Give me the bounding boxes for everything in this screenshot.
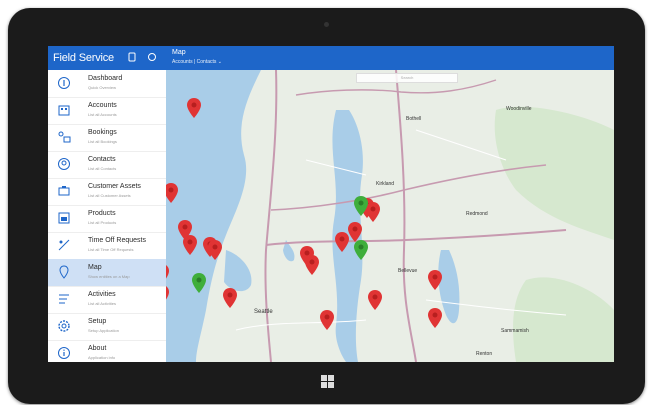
nav-item-map[interactable]: Map Show entities on a Map [48, 259, 166, 287]
nav-sublabel: Application info [88, 355, 116, 360]
map-pin-red[interactable] [208, 240, 222, 260]
nav-label: Time Off Requests [88, 237, 146, 244]
refresh-icon[interactable] [147, 52, 157, 62]
puget-sound [166, 70, 261, 362]
nav-label: Contacts [88, 156, 116, 163]
nav-item-dashboard[interactable]: Dashboard Quick Overview [48, 70, 166, 98]
activities-icon [59, 294, 69, 304]
sync-icon[interactable] [127, 52, 137, 62]
nav-label: Customer Assets [88, 183, 141, 190]
contacts-icon [58, 158, 70, 170]
app-header: Field Service Map Accounts | Contacts ⌄ [48, 46, 614, 70]
highway-i90 [265, 229, 567, 246]
windows-logo-icon[interactable] [321, 375, 334, 388]
park-area-south [513, 277, 614, 362]
map-pin-green[interactable] [192, 273, 206, 293]
map-pin-red[interactable] [183, 235, 197, 255]
entity-filter-dropdown[interactable]: Accounts | Contacts ⌄ [172, 59, 222, 65]
map-label-bothell: Bothell [406, 116, 421, 122]
camera [324, 22, 329, 27]
nav-label: Accounts [88, 102, 117, 109]
map-pin-red[interactable] [320, 310, 334, 330]
about-icon [58, 347, 70, 359]
nav-label: About [88, 345, 107, 352]
nav-sublabel: List all Activities [88, 301, 117, 306]
map-pin-red[interactable] [166, 285, 169, 305]
nav-sublabel: List all Products [88, 220, 117, 225]
nav-sublabel: List all Contacts [88, 166, 117, 171]
map-label-woodinville: Woodinville [506, 106, 532, 112]
nav-label: Map [88, 264, 102, 271]
nav-sublabel: List all Time Off Requests [88, 247, 134, 252]
sidebar: Dashboard Quick Overview Accounts List a… [48, 70, 167, 362]
map-pin-red[interactable] [166, 183, 178, 203]
map-pin-red[interactable] [335, 232, 349, 252]
nav-sublabel: Show entities on a Map [88, 274, 130, 279]
park-area [494, 106, 614, 240]
nav-sublabel: List all Customer Assets [88, 193, 131, 198]
app-title: Field Service [53, 52, 114, 64]
bookings-icon [58, 131, 71, 143]
nav-label: Dashboard [88, 75, 123, 82]
map-label-kirkland: Kirkland [376, 181, 394, 187]
dashboard-icon [58, 77, 70, 89]
products-icon [58, 212, 70, 224]
map-label-seattle: Seattle [254, 309, 273, 315]
highway-i5 [264, 70, 278, 362]
view-title: Map [172, 49, 186, 56]
nav-item-accounts[interactable]: Accounts List all Accounts [48, 97, 166, 125]
nav-item-activities[interactable]: Activities List all Activities [48, 286, 166, 314]
nav-item-bookings[interactable]: Bookings List all Bookings [48, 124, 166, 152]
nav-label: Products [88, 210, 116, 217]
map-pin-red[interactable] [187, 98, 201, 118]
accounts-icon [58, 105, 70, 116]
map-label-bellevue: Bellevue [398, 268, 417, 274]
map-view[interactable]: Seattle Bellevue Redmond Kirkland Sammam… [166, 70, 614, 362]
app-screen: Field Service Map Accounts | Contacts ⌄ … [48, 46, 614, 362]
map-pin-green[interactable] [354, 196, 368, 216]
map-pin-green[interactable] [354, 240, 368, 260]
map-label-redmond: Redmond [466, 211, 488, 217]
map-pin-red[interactable] [223, 288, 237, 308]
time-off-icon [58, 239, 70, 251]
nav-item-contacts[interactable]: Contacts List all Contacts [48, 151, 166, 179]
assets-icon [58, 186, 70, 196]
elliott-bay [224, 250, 252, 292]
setup-icon [58, 320, 70, 332]
map-canvas: Seattle Bellevue Redmond Kirkland Sammam… [166, 70, 614, 362]
map-label-sammamish: Sammamish [501, 328, 529, 334]
map-pin-red[interactable] [366, 202, 380, 222]
map-pin-red[interactable] [348, 222, 362, 242]
map-pin-red[interactable] [428, 270, 442, 290]
nav-item-time-off-requests[interactable]: Time Off Requests List all Time Off Requ… [48, 232, 166, 260]
map-search-input[interactable]: Search [356, 73, 458, 83]
map-icon [59, 265, 69, 279]
map-pin-red[interactable] [428, 308, 442, 328]
nav-item-about[interactable]: About Application info [48, 340, 166, 362]
nav-label: Bookings [88, 129, 117, 136]
highway-520 [270, 164, 547, 211]
nav-sublabel: List all Bookings [88, 139, 117, 144]
map-pin-red[interactable] [368, 290, 382, 310]
map-pin-red[interactable] [305, 255, 319, 275]
nav-sublabel: List all Accounts [88, 112, 117, 117]
nav-label: Activities [88, 291, 116, 298]
nav-item-customer-assets[interactable]: Customer Assets List all Customer Assets [48, 178, 166, 206]
nav-item-products[interactable]: Products List all Products [48, 205, 166, 233]
map-label-renton: Renton [476, 351, 492, 357]
nav-sublabel: Quick Overview [88, 85, 117, 90]
nav-item-setup[interactable]: Setup Setup Application [48, 313, 166, 341]
nav-sublabel: Setup Application [88, 328, 119, 333]
nav-label: Setup [88, 318, 107, 325]
map-pin-red[interactable] [166, 264, 169, 284]
highway-i405 [395, 70, 417, 362]
